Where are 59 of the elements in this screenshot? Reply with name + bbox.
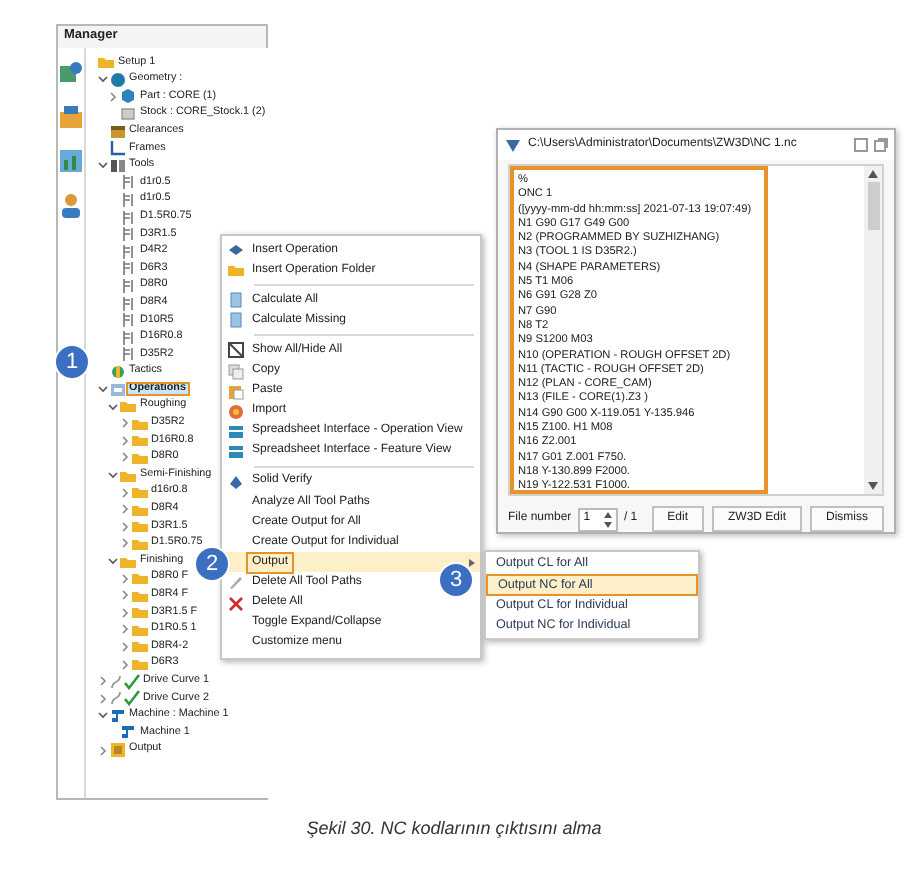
tools-icon — [109, 157, 125, 174]
expanded-caret-icon[interactable] — [108, 556, 118, 567]
toolbox-icon[interactable] — [58, 104, 84, 130]
output-icon — [109, 742, 125, 759]
expanded-caret-icon[interactable] — [97, 74, 107, 85]
delete-icon — [228, 595, 244, 612]
collapsed-caret-icon[interactable] — [119, 435, 129, 446]
scroll-thumb[interactable] — [867, 182, 879, 230]
block-icon — [109, 123, 125, 140]
expanded-caret-icon[interactable] — [108, 470, 118, 481]
collapsed-caret-icon[interactable] — [119, 487, 129, 498]
collapsed-caret-icon[interactable] — [119, 624, 129, 635]
collapsed-caret-icon[interactable] — [119, 590, 129, 601]
expanded-caret-icon[interactable] — [108, 401, 118, 412]
collapsed-caret-icon[interactable] — [97, 676, 107, 687]
collapsed-caret-icon[interactable] — [119, 573, 129, 584]
collapsed-caret-icon[interactable] — [97, 693, 107, 704]
setup-icon[interactable] — [58, 60, 84, 86]
folder-icon — [228, 262, 244, 279]
paste-icon — [228, 383, 244, 400]
sphere-icon — [109, 71, 125, 88]
collapsed-caret-icon[interactable] — [119, 521, 129, 532]
collapsed-caret-icon[interactable] — [119, 659, 129, 670]
scrollbar[interactable] — [864, 166, 882, 494]
tactics-icon — [109, 363, 125, 380]
pen-icon — [228, 574, 244, 591]
restore-icon[interactable] — [874, 138, 888, 152]
minimize-icon[interactable] — [854, 138, 868, 152]
operations-icon — [109, 381, 125, 398]
collapsed-caret-icon[interactable] — [119, 641, 129, 652]
collapsed-caret-icon[interactable] — [119, 504, 129, 515]
cube-icon — [120, 88, 136, 105]
operation-icon — [228, 242, 244, 259]
figure-caption: Şekil 30. NC kodlarının çıktısını alma — [304, 816, 604, 842]
app-icon — [504, 136, 522, 154]
submenu-arrow-icon — [468, 557, 476, 568]
spinner-arrows-icon[interactable] — [603, 511, 612, 527]
chart-icon[interactable] — [58, 148, 84, 174]
expanded-caret-icon[interactable] — [97, 160, 107, 171]
show-hide-icon — [228, 342, 244, 359]
person-icon[interactable] — [58, 192, 84, 218]
collapsed-caret-icon[interactable] — [97, 745, 107, 756]
copy-icon — [228, 363, 244, 380]
spreadsheet-icon — [228, 423, 244, 440]
axes-icon — [109, 140, 125, 157]
scroll-down-icon[interactable] — [868, 482, 878, 490]
collapsed-caret-icon[interactable] — [119, 418, 129, 429]
folder-icon — [98, 54, 114, 71]
box-icon — [120, 106, 136, 123]
spreadsheet-icon — [228, 443, 244, 460]
expanded-caret-icon[interactable] — [97, 710, 107, 721]
expanded-caret-icon[interactable] — [97, 384, 107, 395]
collapsed-caret-icon[interactable] — [119, 538, 129, 549]
collapsed-caret-icon[interactable] — [119, 452, 129, 463]
scroll-up-icon[interactable] — [868, 170, 878, 178]
verify-icon — [228, 473, 244, 490]
collapsed-caret-icon[interactable] — [108, 91, 118, 102]
import-icon — [228, 403, 244, 420]
collapsed-caret-icon[interactable] — [119, 607, 129, 618]
